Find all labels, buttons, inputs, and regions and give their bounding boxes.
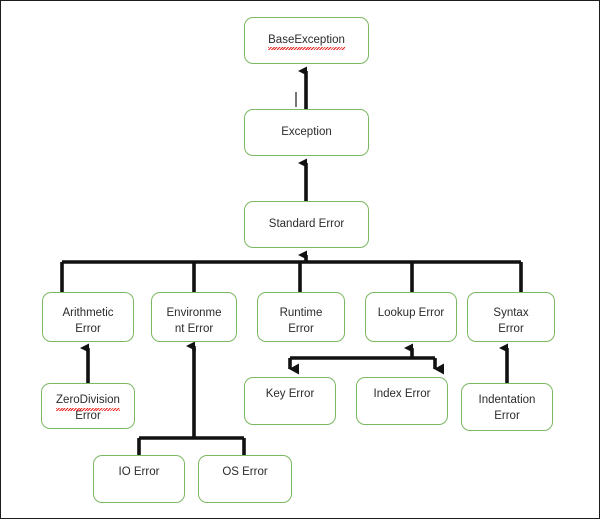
- node-label-environment-error: Environme nt Error: [166, 307, 222, 335]
- node-os-error[interactable]: OS Error: [198, 455, 292, 503]
- node-zerodivision-error[interactable]: ZeroDivision Error: [41, 383, 135, 429]
- node-indentation-error[interactable]: Indentation Error: [461, 383, 553, 431]
- node-label-exception: Exception: [281, 125, 332, 138]
- exception-hierarchy-diagram: BaseException Exception Standard Error A…: [0, 0, 600, 519]
- node-key-error[interactable]: Key Error: [244, 377, 336, 425]
- node-label-syntax-error: Syntax Error: [493, 307, 529, 335]
- connector-layer: [60, 66, 523, 455]
- node-label-standard-error: Standard Error: [268, 217, 345, 230]
- node-label-arithmetic-error: Arithmetic Error: [62, 307, 114, 335]
- node-index-error[interactable]: Index Error: [356, 377, 448, 425]
- node-runtime-error[interactable]: Runtime Error: [257, 292, 345, 342]
- node-label-zerodivision-error: ZeroDivision Error: [56, 394, 120, 422]
- node-label-runtime-error: Runtime Error: [279, 307, 323, 335]
- node-environment-error[interactable]: Environme nt Error: [151, 292, 237, 342]
- node-label-indentation-error: Indentation Error: [478, 394, 536, 422]
- node-syntax-error[interactable]: Syntax Error: [467, 292, 555, 342]
- node-label-base-exception: BaseException: [245, 33, 368, 50]
- node-exception[interactable]: Exception: [244, 109, 369, 156]
- node-label-key-error: Key Error: [265, 388, 315, 400]
- node-label-lookup-error: Lookup Error: [377, 307, 445, 319]
- node-base-exception[interactable]: BaseException: [244, 17, 369, 64]
- node-label-io-error: IO Error: [118, 466, 160, 478]
- node-io-error[interactable]: IO Error: [93, 455, 185, 503]
- node-standard-error[interactable]: Standard Error: [244, 201, 369, 248]
- node-label-os-error: OS Error: [222, 466, 268, 478]
- node-lookup-error[interactable]: Lookup Error: [365, 292, 457, 342]
- node-arithmetic-error[interactable]: Arithmetic Error: [42, 292, 134, 342]
- node-label-index-error: Index Error: [373, 388, 431, 400]
